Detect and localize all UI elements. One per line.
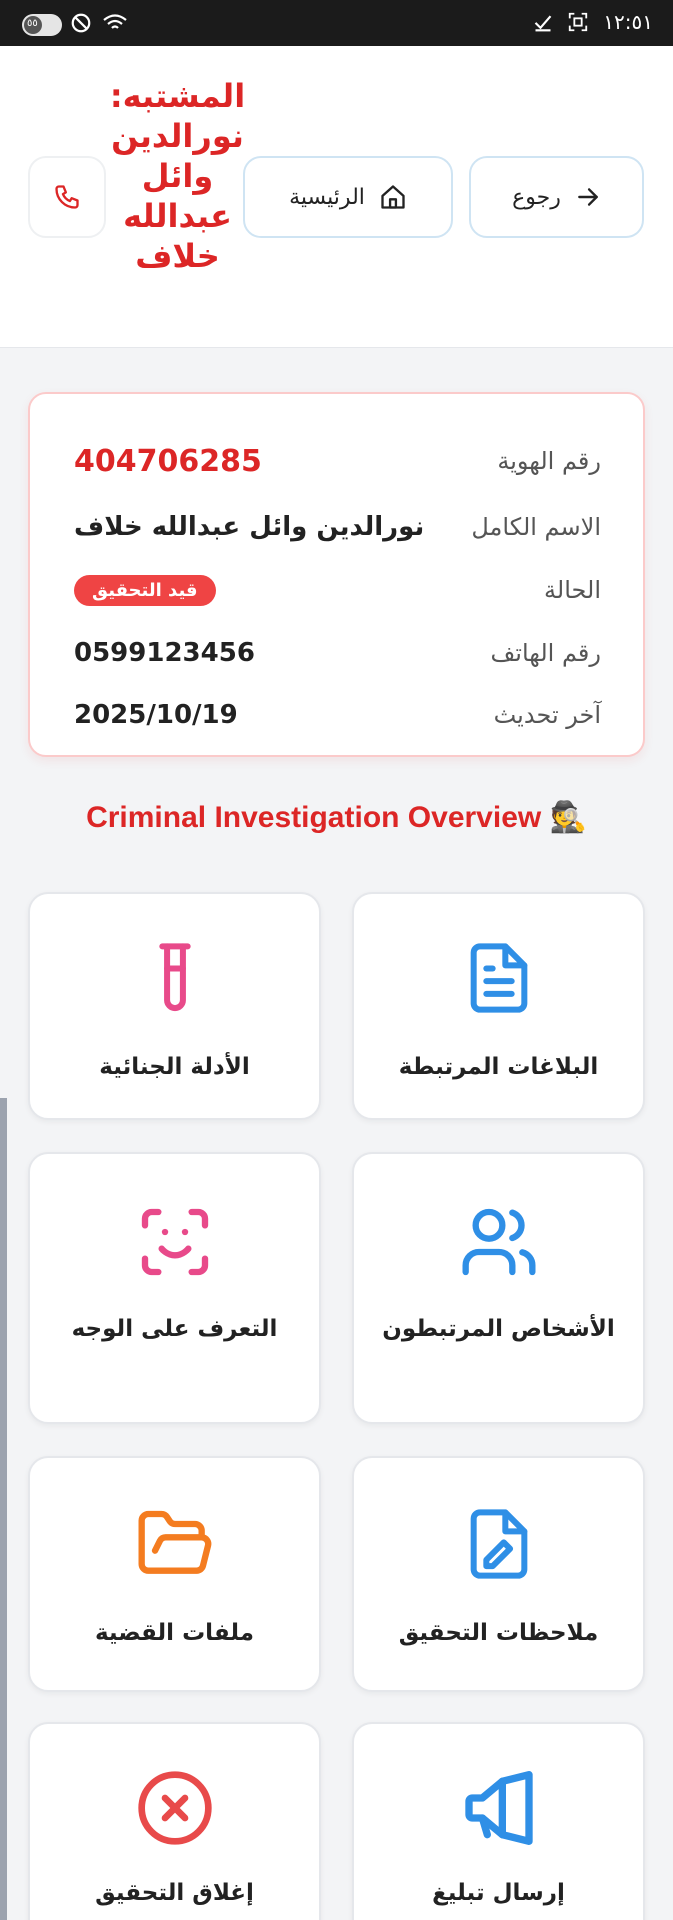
tile-linked-reports[interactable]: البلاغات المرتبطة [352, 892, 645, 1120]
tile-linked-persons[interactable]: الأشخاص المرتبطون [352, 1152, 645, 1424]
name-row: نورالدين وائل عبدالله خلاف الاسم الكامل [74, 507, 601, 547]
home-label: الرئيسية [289, 184, 365, 210]
users-icon [462, 1208, 536, 1276]
phone-icon [55, 185, 79, 209]
status-badge: قيد التحقيق [74, 574, 216, 606]
status-bar: ٥٥ ١٢:٥١ [0, 0, 673, 46]
tile-case-files[interactable]: ملفات القضية [28, 1456, 321, 1692]
status-row: قيد التحقيق الحالة [74, 570, 601, 610]
megaphone-icon [464, 1771, 533, 1845]
tile-label: الأشخاص المرتبطون [382, 1316, 615, 1342]
tile-label: إرسال تبليغ [432, 1880, 565, 1906]
do-not-disturb-icon [71, 13, 91, 33]
phone-label: رقم الهاتف [490, 639, 601, 667]
tile-label: الأدلة الجنائية [99, 1054, 250, 1080]
suspect-title: المشتبه: نورالدين وائل عبدالله خلاف [109, 77, 246, 275]
back-button[interactable]: رجوع [469, 156, 644, 238]
arrow-right-icon [578, 188, 598, 206]
face-scan-icon [141, 1208, 208, 1276]
scroll-indicator[interactable] [0, 1098, 7, 1920]
tile-label: ملاحظات التحقيق [398, 1620, 599, 1646]
toggle-pill-icon: ٥٥ [22, 14, 62, 36]
home-button[interactable]: الرئيسية [243, 156, 453, 238]
status-label: الحالة [544, 576, 601, 604]
tile-investigation-notes[interactable]: ملاحظات التحقيق [352, 1456, 645, 1692]
close-circle-icon [137, 1771, 212, 1845]
id-value: 404706285 [74, 443, 262, 479]
section-title: Criminal Investigation Overview 🕵️ [86, 801, 587, 834]
tile-send-notification[interactable]: إرسال تبليغ [352, 1722, 645, 1920]
clock: ١٢:٥١ [603, 10, 653, 34]
home-icon [381, 185, 405, 209]
tile-face-recognition[interactable]: التعرف على الوجه [28, 1152, 321, 1424]
tile-label: إغلاق التحقيق [95, 1880, 254, 1906]
wifi-icon [103, 14, 127, 29]
document-icon [470, 943, 527, 1013]
tile-label: البلاغات المرتبطة [398, 1054, 599, 1080]
check-icon [535, 15, 552, 32]
updated-value: 2025/10/19 [74, 700, 238, 730]
phone-row: 0599123456 رقم الهاتف [74, 633, 601, 673]
screenshot-icon [569, 12, 588, 32]
suspect-info-card: 404706285 رقم الهوية نورالدين وائل عبدال… [28, 392, 645, 757]
name-value: نورالدين وائل عبدالله خلاف [74, 512, 425, 542]
phone-value: 0599123456 [74, 638, 255, 668]
test-tube-icon [158, 943, 191, 1012]
file-edit-icon [470, 1509, 527, 1579]
tile-label: ملفات القضية [94, 1620, 254, 1646]
updated-label: آخر تحديث [493, 701, 601, 729]
tile-forensic-evidence[interactable]: الأدلة الجنائية [28, 892, 321, 1120]
back-label: رجوع [512, 184, 561, 210]
header: رجوع الرئيسية المشتبه: نورالدين وائل عبد… [0, 46, 673, 348]
id-label: رقم الهوية [497, 447, 601, 475]
id-row: 404706285 رقم الهوية [74, 441, 601, 481]
updated-row: 2025/10/19 آخر تحديث [74, 695, 601, 735]
name-label: الاسم الكامل [471, 513, 601, 541]
tile-label: التعرف على الوجه [71, 1316, 278, 1342]
folder-open-icon [138, 1510, 211, 1574]
call-button[interactable] [28, 156, 106, 238]
tile-close-investigation[interactable]: إغلاق التحقيق [28, 1722, 321, 1920]
